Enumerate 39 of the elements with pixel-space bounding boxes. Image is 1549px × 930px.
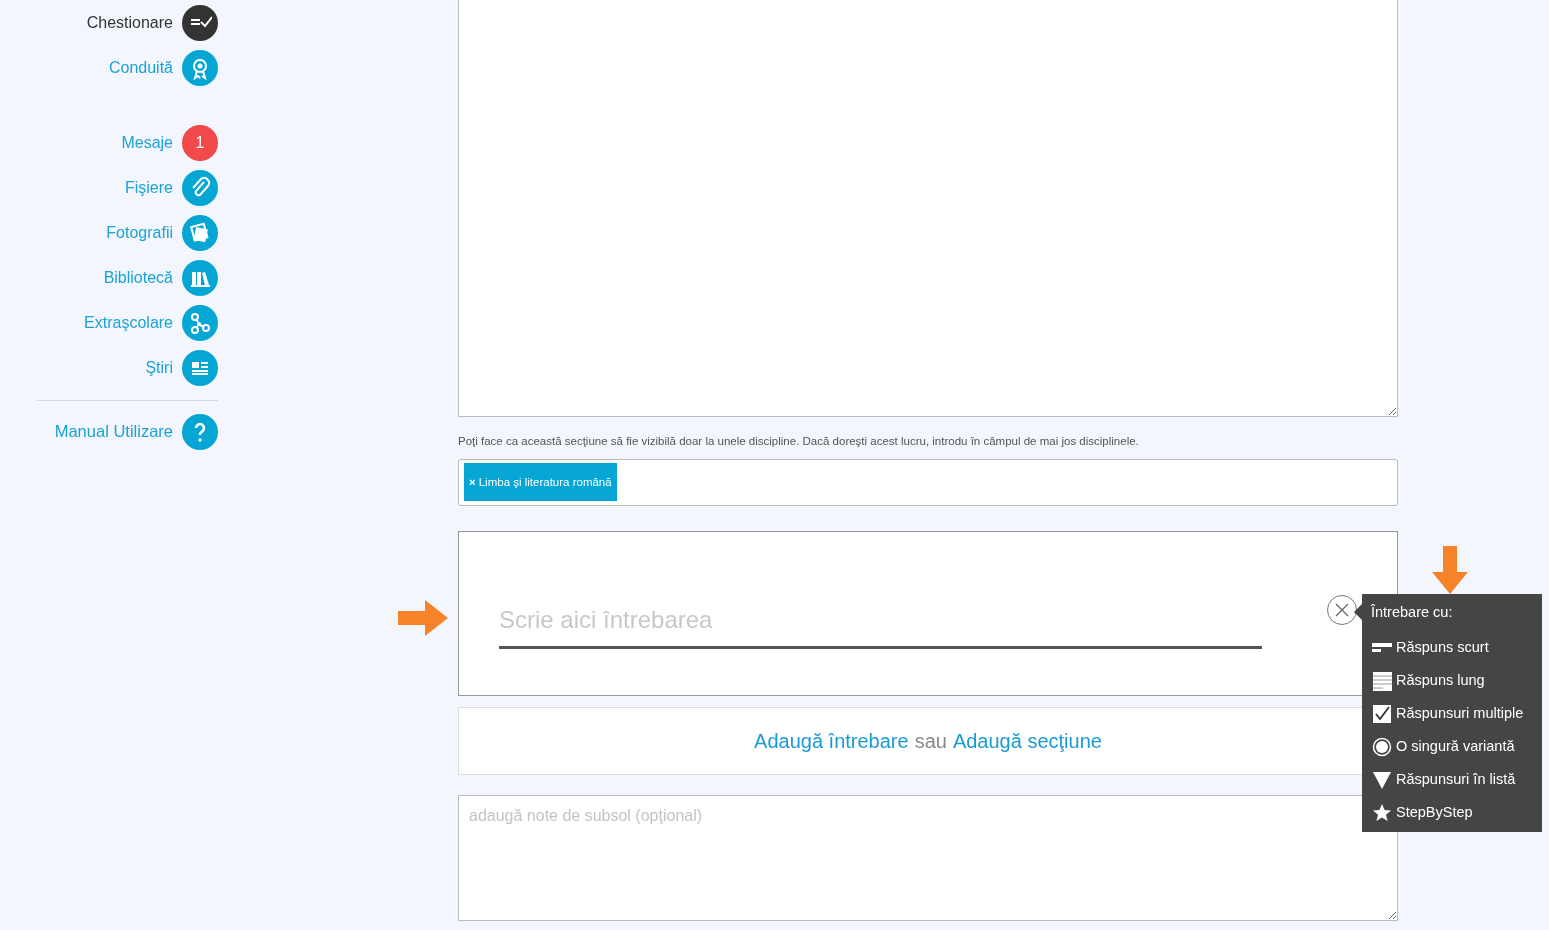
paperclip-icon[interactable] — [182, 169, 218, 206]
sidebar-link[interactable]: Fotografii — [106, 220, 173, 245]
unread-count-badge: 1 — [182, 124, 218, 161]
sidebar-link[interactable]: Bibliotecă — [103, 265, 173, 290]
sidebar-link[interactable]: Ştiri — [145, 355, 173, 380]
triangle-icon — [1372, 770, 1392, 791]
books-icon[interactable] — [182, 259, 218, 296]
menu-option[interactable]: Răspunsuri în listă — [1362, 763, 1542, 797]
photos-icon[interactable] — [182, 214, 218, 251]
add-question-link[interactable]: Adaugă întrebare — [754, 726, 909, 757]
menu-option[interactable]: O singură variantă — [1362, 730, 1542, 764]
pointer-arrow-icon — [398, 600, 448, 636]
separator-text: sau — [914, 729, 947, 755]
radio-icon — [1372, 737, 1392, 758]
menu-option[interactable]: Răspunsuri multiple — [1362, 697, 1542, 731]
sidebar-link[interactable]: Manual Utilizare — [54, 419, 173, 444]
discipline-tag[interactable]: × Limba şi literatura română — [464, 463, 617, 502]
sidebar-link[interactable]: Mesaje — [121, 130, 173, 155]
checklist-icon[interactable] — [182, 4, 218, 41]
discipline-tag-field[interactable]: × Limba şi literatura română — [458, 459, 1398, 507]
menu-option[interactable]: Răspuns scurt — [1362, 631, 1542, 665]
menu-option[interactable]: Răspuns lung — [1362, 664, 1542, 698]
news-icon[interactable] — [182, 349, 218, 386]
help-icon[interactable] — [182, 413, 218, 450]
close-icon — [1335, 603, 1349, 618]
pointer-arrow-icon — [1432, 546, 1468, 594]
add-section-link[interactable]: Adaugă secţiune — [952, 726, 1102, 757]
menu-title: Întrebare cu: — [1370, 603, 1454, 622]
footnote-text-area[interactable]: adaugă note de subsol (opţional) — [458, 795, 1398, 922]
sidebar-link[interactable]: Chestionare — [86, 10, 173, 35]
sidebar-link[interactable]: Extraşcolare — [84, 310, 173, 335]
close-button[interactable] — [1327, 595, 1357, 626]
long-lines-icon — [1372, 671, 1392, 692]
spinner-icon[interactable] — [182, 304, 218, 341]
checkbox-icon — [1372, 704, 1392, 725]
rosette-icon[interactable] — [182, 49, 218, 86]
sidebar-link[interactable]: Conduită — [108, 55, 173, 80]
visibility-hint: Poţi face ca această secţiune să fie vizibilă doar la unele discipline. Dacă doreşti acest lucru, introdu în câmpul de mai jos disciplinele. — [458, 434, 1140, 449]
sidebar-link[interactable]: Fişiere — [125, 175, 173, 200]
